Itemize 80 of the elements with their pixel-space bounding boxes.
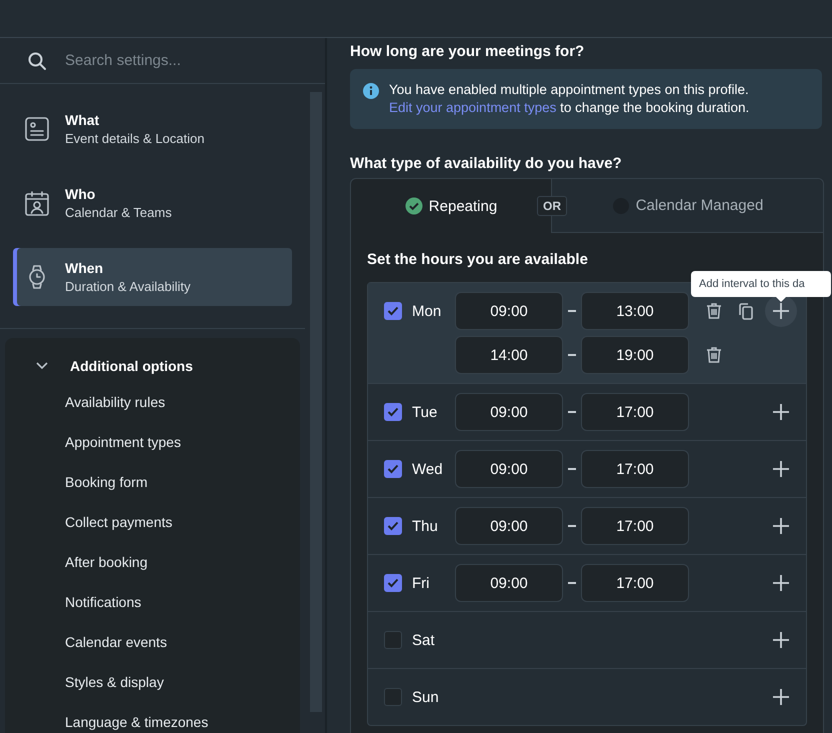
trash-icon	[705, 302, 723, 320]
plus-icon	[771, 459, 791, 479]
checkbox[interactable]	[384, 403, 402, 421]
day-label: Mon	[412, 302, 442, 320]
day-label: Tue	[412, 404, 438, 420]
time-field[interactable]: 17:00	[581, 507, 689, 545]
day-label: Wed	[412, 460, 443, 478]
menu-item[interactable]: Collect payments	[5, 502, 300, 542]
link[interactable]: Edit your appointment types	[389, 100, 556, 115]
menu-item[interactable]: Availability rules	[5, 382, 300, 422]
section-heading: What type of availability do you have?	[350, 155, 623, 172]
nav-item[interactable]: Who Calendar & Teams	[13, 174, 292, 232]
menu-item[interactable]: Booking form	[5, 462, 300, 502]
menu-item[interactable]: Styles & display	[5, 662, 300, 702]
checkbox[interactable]	[384, 631, 402, 649]
menu-item[interactable]: Appointment types	[5, 422, 300, 462]
info-text: You have enabled multiple appointment types on this profile. Edit your appointment types to change the booking duration.	[389, 81, 750, 117]
or-badge: OR	[537, 196, 567, 216]
time-field[interactable]: 14:00	[455, 336, 563, 374]
dash-icon	[568, 310, 576, 312]
document-icon	[24, 116, 50, 142]
dash-icon	[568, 354, 576, 356]
check-icon	[387, 578, 399, 588]
day-label: Fri	[412, 574, 430, 592]
time-field[interactable]: 09:00	[455, 507, 563, 545]
nav-subtitle: Duration & Availability	[65, 279, 190, 294]
nav-title: Who	[65, 186, 96, 202]
time-field[interactable]: 17:00	[581, 393, 689, 431]
menu-item[interactable]: Notifications	[5, 582, 300, 622]
time-field[interactable]: 17:00	[581, 564, 689, 602]
menu-item[interactable]: After booking	[5, 542, 300, 582]
check-icon	[387, 407, 399, 417]
info-icon	[363, 83, 379, 99]
search-icon	[27, 50, 47, 70]
plus-icon	[771, 630, 791, 650]
checkbox[interactable]	[384, 574, 402, 592]
plus-icon	[771, 301, 791, 321]
dash-icon	[568, 411, 576, 413]
tooltip-text: Add interval to this da	[699, 278, 805, 290]
checkbox[interactable]	[384, 688, 402, 706]
dash-icon	[568, 582, 576, 584]
day-label: Sun	[412, 688, 439, 706]
nav-title: What	[65, 112, 100, 128]
plus-icon	[771, 402, 791, 422]
check-circle-icon	[404, 197, 423, 215]
menu-item[interactable]: Language & timezones	[5, 702, 300, 733]
day-label: Sat	[412, 632, 435, 648]
section-heading: How long are your meetings for?	[350, 43, 586, 60]
check-icon	[387, 464, 399, 474]
time-field[interactable]: 09:00	[455, 564, 563, 602]
day-label: Thu	[412, 518, 438, 534]
options-header[interactable]: Additional options	[5, 350, 300, 382]
calendar-person-icon	[24, 190, 50, 216]
nav-subtitle: Calendar & Teams	[65, 205, 172, 220]
copy-icon	[737, 302, 755, 320]
check-icon	[387, 306, 399, 316]
nav-item[interactable]: What Event details & Location	[13, 100, 292, 158]
plus-icon	[771, 687, 791, 707]
nav-subtitle: Event details & Location	[65, 131, 204, 146]
search-field[interactable]: Search settings...	[63, 51, 287, 70]
time-field[interactable]: 09:00	[455, 292, 563, 330]
time-field[interactable]: 09:00	[455, 393, 563, 431]
trash-icon	[705, 346, 723, 364]
time-field[interactable]: 17:00	[581, 450, 689, 488]
time-field[interactable]: 13:00	[581, 292, 689, 330]
plus-icon	[771, 516, 791, 536]
section-heading: Set the hours you are available	[367, 251, 589, 268]
menu-item[interactable]: Calendar events	[5, 622, 300, 662]
checkbox[interactable]	[384, 517, 402, 535]
check-icon	[387, 521, 399, 531]
plus-icon	[771, 573, 791, 593]
dash-icon	[568, 525, 576, 527]
checkbox[interactable]	[384, 460, 402, 478]
checkbox[interactable]	[384, 302, 402, 320]
nav-title: When	[65, 260, 104, 276]
nav-item[interactable]: When Duration & Availability	[13, 248, 292, 306]
dash-icon	[568, 468, 576, 470]
time-field[interactable]: 09:00	[455, 450, 563, 488]
options-title: Additional options	[70, 358, 193, 374]
time-field[interactable]: 19:00	[581, 336, 689, 374]
